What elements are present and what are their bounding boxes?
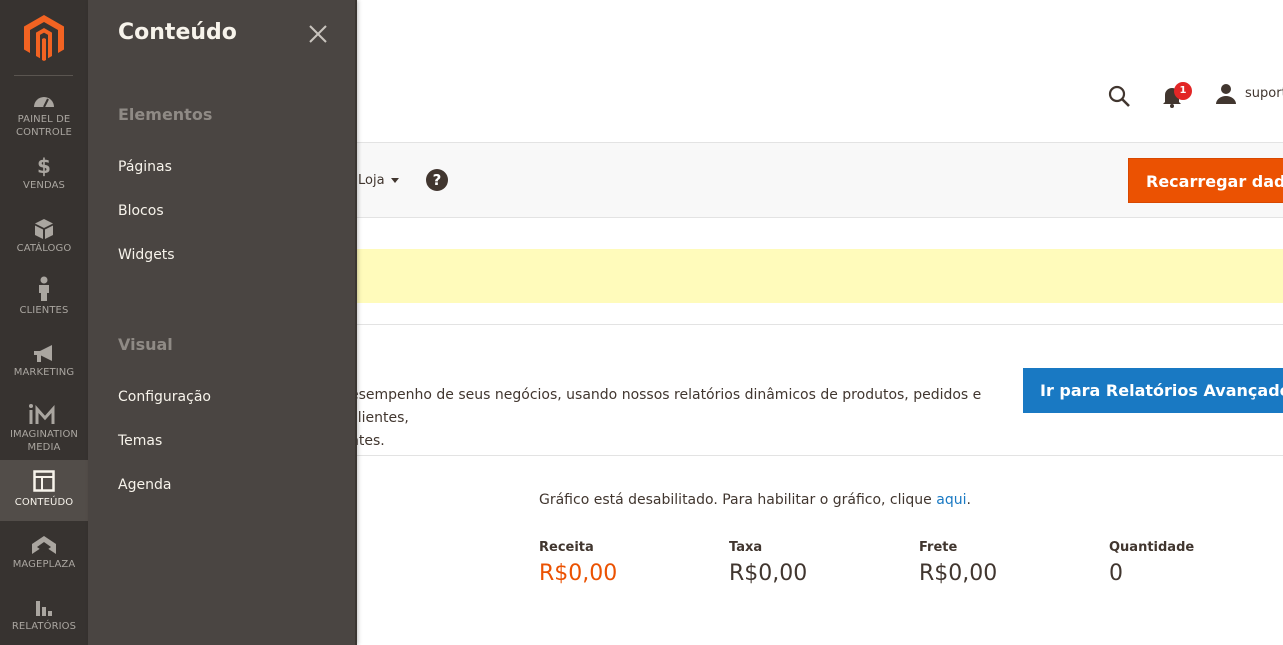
submenu-link-configuration[interactable]: Configuração [118, 389, 211, 405]
layout-icon [33, 470, 55, 492]
mageplaza-icon [32, 536, 56, 554]
help-icon[interactable]: ? [426, 169, 448, 191]
nav-label-dashboard-2: CONTROLE [16, 127, 72, 138]
total-label: Receita [539, 540, 594, 555]
submenu-link-schedule[interactable]: Agenda [118, 477, 171, 493]
total-value: R$0,00 [539, 561, 618, 586]
advanced-divider [357, 455, 1283, 456]
advanced-reports-label: Ir para Relatórios Avançados [1040, 381, 1283, 400]
total-value: R$0,00 [919, 561, 998, 586]
total-label: Taxa [729, 540, 763, 555]
notification-count-badge[interactable]: 1 [1174, 82, 1192, 100]
total-quantity: Quantidade 0 [1109, 540, 1194, 586]
search-icon[interactable] [1107, 84, 1131, 108]
chevron-down-icon[interactable] [391, 178, 399, 183]
nav-label-catalog: CATÁLOGO [16, 243, 72, 254]
nav-label-imagination-1: IMAGINATION [10, 429, 78, 440]
nav-label-sales: VENDAS [23, 180, 65, 191]
nav-label-dashboard-1: PAINEL DE [17, 114, 71, 125]
submenu-link-widgets[interactable]: Widgets [118, 247, 175, 263]
nav-item-content[interactable]: CONTEÚDO [0, 460, 88, 521]
nav-item-dashboard[interactable]: PAINEL DE CONTROLE [0, 92, 88, 146]
submenu-link-blocks[interactable]: Blocos [118, 203, 164, 219]
nav-item-imagination-media[interactable]: IMAGINATION MEDIA [0, 403, 88, 455]
nav-item-sales[interactable]: $ VENDAS [0, 155, 88, 195]
chart-disabled-suffix: . [966, 492, 971, 508]
section-title-elements: Elementos [118, 105, 213, 124]
megaphone-icon [34, 345, 52, 362]
admin-menu: PAINEL DE CONTROLE $ VENDAS CATÁLOGO CLI… [0, 0, 88, 645]
system-message [357, 249, 1283, 303]
close-icon[interactable] [306, 22, 330, 46]
nav-item-marketing[interactable]: MARKETING [0, 344, 88, 384]
total-value: 0 [1109, 561, 1123, 586]
submenu-edge [355, 0, 357, 645]
person-icon [39, 276, 49, 301]
chart-disabled-text: Gráfico está desabilitado. Para habilita… [539, 492, 937, 508]
nav-label-content: CONTEÚDO [14, 497, 74, 508]
enable-chart-link[interactable]: aqui [936, 492, 966, 508]
nav-item-customers[interactable]: CLIENTES [0, 276, 88, 318]
nav-item-mageplaza[interactable]: MAGEPLAZA [0, 535, 88, 575]
chart-disabled-message: Gráfico está desabilitado. Para habilita… [539, 492, 971, 508]
submenu-link-pages[interactable]: Páginas [118, 159, 172, 175]
advanced-reports-button[interactable]: Ir para Relatórios Avançados [1023, 368, 1283, 413]
total-value: R$0,00 [729, 561, 808, 586]
magento-logo-icon[interactable] [24, 15, 64, 61]
total-label: Quantidade [1109, 540, 1195, 555]
total-shipping: Frete R$0,00 [919, 540, 997, 586]
submenu-title: Conteúdo [118, 20, 237, 45]
user-icon [1216, 84, 1236, 104]
nav-item-catalog[interactable]: CATÁLOGO [0, 218, 88, 258]
total-tax: Taxa R$0,00 [729, 540, 807, 586]
advanced-reporting-text: esempenho de seus negócios, usando nosso… [350, 384, 1010, 453]
reload-data-button[interactable]: Recarregar dados [1128, 158, 1283, 203]
advanced-text-line-1: esempenho de seus negócios, usando nosso… [350, 387, 982, 426]
nav-label-imagination-2: MEDIA [27, 442, 61, 453]
dollar-icon: $ [37, 154, 51, 178]
nav-label-customers: CLIENTES [19, 305, 69, 316]
total-label: Frete [919, 540, 958, 555]
store-switcher[interactable]: Loja [358, 173, 385, 188]
logo-divider [14, 75, 73, 76]
nav-label-marketing: MARKETING [13, 367, 75, 378]
dashboard-icon [34, 97, 54, 108]
submenu-link-themes[interactable]: Temas [118, 433, 162, 449]
section-title-visual: Visual [118, 335, 173, 354]
bar-chart-icon [36, 601, 52, 616]
content-submenu: Conteúdo Elementos Páginas Blocos Widget… [88, 0, 356, 645]
nav-label-mageplaza: MAGEPLAZA [12, 559, 76, 570]
nav-item-reports[interactable]: RELATÓRIOS [0, 597, 88, 637]
im-logo-icon [29, 404, 55, 424]
total-revenue: Receita R$0,00 [539, 540, 617, 586]
nav-label-reports: RELATÓRIOS [11, 621, 77, 632]
message-divider [357, 324, 1283, 325]
box-icon [35, 219, 53, 239]
user-name: suport [1245, 86, 1283, 101]
